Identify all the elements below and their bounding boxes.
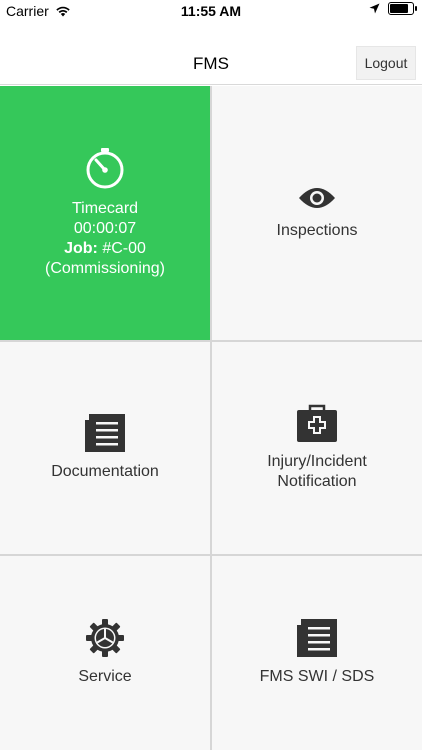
- documentation-label: Documentation: [51, 463, 159, 480]
- battery-fill: [390, 4, 408, 13]
- document-icon: [85, 414, 125, 452]
- timecard-job-type: (Commissioning): [44, 260, 166, 277]
- timecard-elapsed: 00:00:07: [73, 220, 137, 237]
- first-aid-kit-icon: [297, 404, 337, 442]
- service-label: Service: [78, 668, 132, 685]
- inspections-tile[interactable]: Inspections: [212, 86, 422, 340]
- logout-button[interactable]: Logout: [356, 46, 416, 80]
- location-arrow-icon: [369, 3, 380, 14]
- stopwatch-icon: [86, 148, 124, 189]
- swi-sds-label: FMS SWI / SDS: [259, 668, 375, 685]
- battery-icon: [388, 2, 417, 15]
- job-label: Job:: [64, 240, 98, 257]
- inspections-label: Inspections: [276, 222, 358, 239]
- document-icon: [297, 619, 337, 657]
- service-tile[interactable]: Service: [0, 556, 210, 750]
- status-right: [369, 2, 417, 15]
- status-time: 11:55 AM: [180, 3, 242, 19]
- timecard-job: Job: #C-00: [64, 239, 146, 259]
- documentation-tile[interactable]: Documentation: [0, 342, 210, 554]
- job-value: #C-00: [102, 240, 146, 257]
- nav-bar: FMS Logout: [0, 42, 422, 85]
- menu-grid: Timecard 00:00:07 Job: #C-00 (Commission…: [0, 86, 422, 750]
- status-bar: Carrier 11:55 AM: [0, 0, 422, 22]
- injury-label-line1: Injury/Incident: [267, 453, 367, 470]
- swi-sds-tile[interactable]: FMS SWI / SDS: [212, 556, 422, 750]
- injury-incident-tile[interactable]: Injury/Incident Notification: [212, 342, 422, 554]
- eye-icon: [299, 188, 335, 208]
- injury-label-line2: Notification: [277, 473, 357, 490]
- gear-icon: [86, 619, 124, 657]
- timecard-title: Timecard: [71, 200, 139, 217]
- timecard-tile[interactable]: Timecard 00:00:07 Job: #C-00 (Commission…: [0, 86, 210, 340]
